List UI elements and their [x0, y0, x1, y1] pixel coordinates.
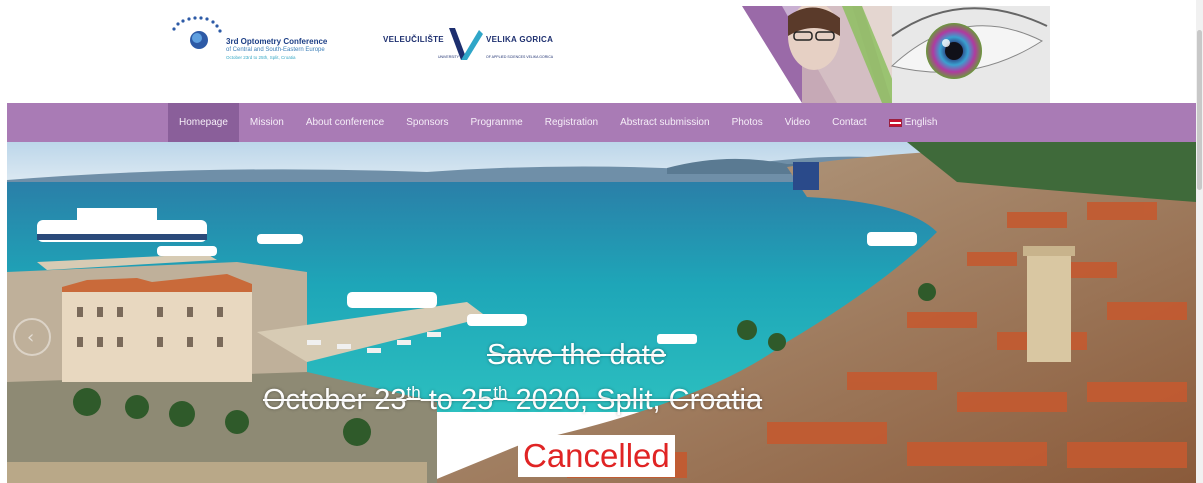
- globe-dots-icon: [172, 16, 222, 49]
- nav-item-mission[interactable]: Mission: [239, 103, 295, 142]
- nav-item-language[interactable]: English: [878, 103, 949, 142]
- school-logo-right-word: VELIKA GORICA: [486, 35, 554, 44]
- dates-end-suffix: th: [493, 383, 508, 402]
- dates-location: 2020, Split, Croatia: [507, 384, 763, 416]
- dates-start: October 23: [263, 384, 407, 416]
- nav-item-video[interactable]: Video: [774, 103, 821, 142]
- header-eye-banner-image: [742, 6, 1050, 103]
- site-header: 3rd Optometry Conference of Central and …: [0, 0, 1203, 103]
- conference-dates-line: October 23th to 25th 2020, Split, Croati…: [263, 383, 762, 417]
- school-logo-left-word: VELEUČILIŠTE: [383, 35, 444, 44]
- dates-connector: to 25: [420, 384, 494, 416]
- nav-item-photos[interactable]: Photos: [721, 103, 774, 142]
- nav-item-abstract-submission[interactable]: Abstract submission: [609, 103, 720, 142]
- chevron-left-icon: ‹: [27, 327, 35, 348]
- nav-item-registration[interactable]: Registration: [534, 103, 609, 142]
- school-logo-sub-right: OF APPLIED SCIENCES VELIKA GORICA: [486, 55, 554, 59]
- school-logo[interactable]: VELEUČILIŠTE VELIKA GORICA UNIVERSITY OF…: [383, 24, 583, 68]
- split-panorama-image: [7, 142, 1196, 483]
- conference-logo-subtitle: of Central and South-Eastern Europe: [226, 47, 325, 53]
- croatia-flag-icon: [888, 118, 902, 127]
- nav-item-homepage[interactable]: Homepage: [168, 103, 239, 142]
- hero-slider: ‹ Save the date October 23th to 25th 202…: [7, 142, 1196, 483]
- language-label: English: [904, 117, 938, 128]
- school-logo-sub-left: UNIVERSITY: [438, 55, 460, 59]
- nav-item-contact[interactable]: Contact: [821, 103, 877, 142]
- nav-item-about-conference[interactable]: About conference: [295, 103, 395, 142]
- scrollbar-thumb[interactable]: [1197, 30, 1202, 190]
- conference-logo[interactable]: 3rd Optometry Conference of Central and …: [168, 16, 373, 72]
- dates-start-suffix: th: [406, 383, 421, 402]
- slider-prev-button[interactable]: ‹: [13, 318, 51, 356]
- cancelled-status-label: Cancelled: [518, 435, 675, 477]
- conference-logo-title: 3rd Optometry Conference: [226, 37, 328, 46]
- nav-item-sponsors[interactable]: Sponsors: [395, 103, 459, 142]
- nav-item-programme[interactable]: Programme: [459, 103, 533, 142]
- save-the-date-heading: Save the date: [487, 339, 666, 371]
- page-scrollbar[interactable]: [1196, 0, 1203, 483]
- conference-logo-text: 3rd Optometry Conference of Central and …: [226, 38, 327, 62]
- conference-logo-dates: October 23rd to 25th, Split, Croatia: [226, 55, 296, 60]
- main-nav: Homepage Mission About conference Sponso…: [7, 103, 1196, 142]
